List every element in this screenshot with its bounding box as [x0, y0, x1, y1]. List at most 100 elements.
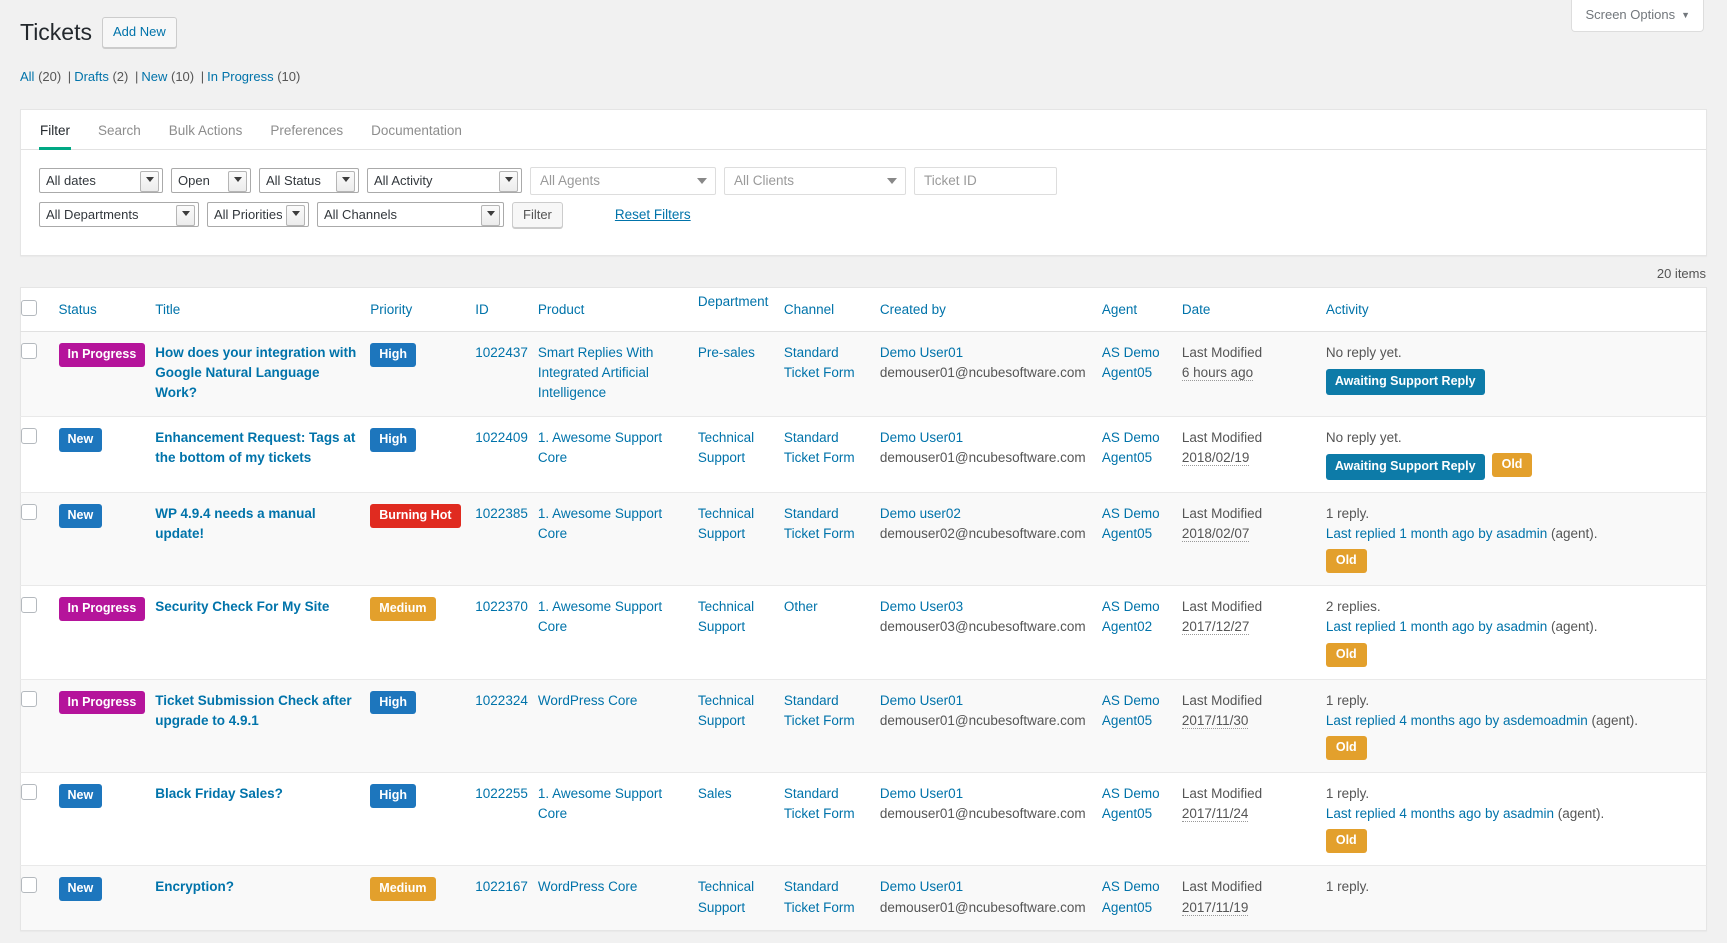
cell-agent-value[interactable]: AS Demo Agent05: [1102, 345, 1160, 380]
cell-channel-value[interactable]: Standard Ticket Form: [784, 786, 855, 821]
cell-agent-value[interactable]: AS Demo Agent05: [1102, 786, 1160, 821]
cell-id-value[interactable]: 1022409: [475, 430, 528, 445]
row-checkbox[interactable]: [21, 504, 37, 520]
tab-bulk-actions[interactable]: Bulk Actions: [168, 115, 244, 149]
cell-channel-value[interactable]: Standard Ticket Form: [784, 693, 855, 728]
column-header-created-by[interactable]: Created by: [880, 287, 1102, 331]
cell-product-value[interactable]: WordPress Core: [538, 693, 638, 708]
row-checkbox[interactable]: [21, 784, 37, 800]
cell-product-value[interactable]: WordPress Core: [538, 879, 638, 894]
column-header-product[interactable]: Product: [538, 287, 698, 331]
open-select-wrap[interactable]: Open: [171, 168, 251, 193]
last-reply-link[interactable]: Last replied 1 month ago by asadmin: [1326, 526, 1547, 541]
ticket-title-link[interactable]: Encryption?: [155, 879, 234, 894]
cell-id-value[interactable]: 1022324: [475, 693, 528, 708]
departments-select[interactable]: All Departments: [39, 202, 199, 227]
row-checkbox[interactable]: [21, 428, 37, 444]
cell-id-value[interactable]: 1022167: [475, 879, 528, 894]
ticket-id-input[interactable]: [914, 167, 1057, 195]
channels-select-wrap[interactable]: All Channels: [317, 202, 504, 227]
cell-id-value[interactable]: 1022255: [475, 786, 528, 801]
row-checkbox[interactable]: [21, 597, 37, 613]
column-header-title[interactable]: Title: [155, 287, 370, 331]
dates-select[interactable]: All dates: [39, 168, 163, 193]
column-header-priority[interactable]: Priority: [370, 287, 475, 331]
filter-button[interactable]: Filter: [512, 202, 563, 228]
row-checkbox[interactable]: [21, 691, 37, 707]
column-header-status[interactable]: Status: [59, 287, 156, 331]
last-reply-link[interactable]: Last replied 4 months ago by asdemoadmin: [1326, 713, 1588, 728]
cell-id-value[interactable]: 1022370: [475, 599, 528, 614]
column-header-department[interactable]: Department: [698, 287, 784, 331]
status-link-in-progress[interactable]: In Progress: [207, 69, 273, 84]
row-checkbox[interactable]: [21, 877, 37, 893]
agents-select[interactable]: All Agents: [530, 167, 716, 195]
cell-department-value[interactable]: Sales: [698, 786, 732, 801]
cell-agent-value[interactable]: AS Demo Agent05: [1102, 693, 1160, 728]
column-header-date[interactable]: Date: [1182, 287, 1326, 331]
cell-department-value[interactable]: Technical Support: [698, 430, 754, 465]
creator-link[interactable]: Demo User01: [880, 691, 1092, 711]
creator-link[interactable]: Demo User01: [880, 343, 1092, 363]
cell-product-value[interactable]: 1. Awesome Support Core: [538, 506, 662, 541]
ticket-title-link[interactable]: Security Check For My Site: [155, 599, 329, 614]
departments-select-wrap[interactable]: All Departments: [39, 202, 199, 227]
row-checkbox[interactable]: [21, 343, 37, 359]
reset-filters-link[interactable]: Reset Filters: [615, 207, 691, 222]
cell-agent-value[interactable]: AS Demo Agent05: [1102, 879, 1160, 914]
column-header-channel[interactable]: Channel: [784, 287, 880, 331]
cell-department-value[interactable]: Technical Support: [698, 506, 754, 541]
cell-id-value[interactable]: 1022437: [475, 345, 528, 360]
cell-channel-value[interactable]: Standard Ticket Form: [784, 879, 855, 914]
creator-link[interactable]: Demo User01: [880, 428, 1092, 448]
tab-preferences[interactable]: Preferences: [269, 115, 344, 149]
activity-select[interactable]: All Activity: [367, 168, 522, 193]
cell-channel-value[interactable]: Standard Ticket Form: [784, 345, 855, 380]
cell-channel-value[interactable]: Standard Ticket Form: [784, 506, 855, 541]
select-all-checkbox[interactable]: [21, 300, 37, 316]
ticket-title-link[interactable]: WP 4.9.4 needs a manual update!: [155, 506, 315, 541]
column-header-activity[interactable]: Activity: [1326, 287, 1707, 331]
status-link-drafts[interactable]: Drafts: [74, 69, 109, 84]
activity-select-wrap[interactable]: All Activity: [367, 168, 522, 193]
status-select[interactable]: All Status: [259, 168, 359, 193]
cell-product-value[interactable]: 1. Awesome Support Core: [538, 786, 662, 821]
cell-agent-value[interactable]: AS Demo Agent05: [1102, 506, 1160, 541]
add-new-button[interactable]: Add New: [102, 17, 177, 49]
screen-options-button[interactable]: Screen Options ▼: [1571, 0, 1704, 32]
last-reply-link[interactable]: Last replied 4 months ago by asadmin: [1326, 806, 1554, 821]
status-select-wrap[interactable]: All Status: [259, 168, 359, 193]
ticket-title-link[interactable]: Ticket Submission Check after upgrade to…: [155, 693, 351, 728]
creator-link[interactable]: Demo User01: [880, 784, 1092, 804]
tab-search[interactable]: Search: [97, 115, 142, 149]
cell-product-value[interactable]: Smart Replies With Integrated Artificial…: [538, 345, 654, 401]
open-select[interactable]: Open: [171, 168, 251, 193]
cell-product-value[interactable]: 1. Awesome Support Core: [538, 599, 662, 634]
ticket-title-link[interactable]: Enhancement Request: Tags at the bottom …: [155, 430, 355, 465]
cell-department-value[interactable]: Technical Support: [698, 693, 754, 728]
last-reply-link[interactable]: Last replied 1 month ago by asadmin: [1326, 619, 1547, 634]
creator-link[interactable]: Demo User01: [880, 877, 1092, 897]
status-link-all[interactable]: All: [20, 69, 34, 84]
status-link-new[interactable]: New: [141, 69, 167, 84]
cell-channel-value[interactable]: Standard Ticket Form: [784, 430, 855, 465]
priorities-select-wrap[interactable]: All Priorities: [207, 202, 309, 227]
cell-department-value[interactable]: Technical Support: [698, 879, 754, 914]
ticket-title-link[interactable]: How does your integration with Google Na…: [155, 345, 356, 401]
cell-agent-value[interactable]: AS Demo Agent05: [1102, 430, 1160, 465]
channels-select[interactable]: All Channels: [317, 202, 504, 227]
tab-documentation[interactable]: Documentation: [370, 115, 463, 149]
column-header-agent[interactable]: Agent: [1102, 287, 1182, 331]
cell-department-value[interactable]: Pre-sales: [698, 345, 755, 360]
ticket-title-link[interactable]: Black Friday Sales?: [155, 786, 283, 801]
cell-agent-value[interactable]: AS Demo Agent02: [1102, 599, 1160, 634]
column-header-id[interactable]: ID: [475, 287, 538, 331]
cell-channel-value[interactable]: Other: [784, 599, 818, 614]
tab-filter[interactable]: Filter: [39, 115, 71, 149]
creator-link[interactable]: Demo User03: [880, 597, 1092, 617]
priorities-select[interactable]: All Priorities: [207, 202, 309, 227]
creator-link[interactable]: Demo user02: [880, 504, 1092, 524]
cell-product-value[interactable]: 1. Awesome Support Core: [538, 430, 662, 465]
cell-department-value[interactable]: Technical Support: [698, 599, 754, 634]
cell-id-value[interactable]: 1022385: [475, 506, 528, 521]
